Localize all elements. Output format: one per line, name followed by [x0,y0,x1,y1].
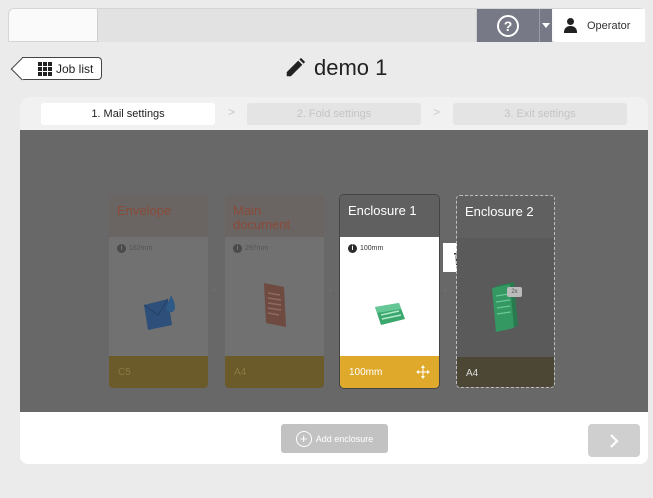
job-title: demo 1 [284,54,387,82]
add-enclosure-button[interactable]: + Add enclosure [281,424,388,453]
card-title: Enclosure 1 [340,195,439,237]
card-info: i 100mm [348,244,383,253]
card-footer: 100mm [340,356,439,388]
connector-icon: ‹ [444,285,447,295]
envelope-icon [143,295,175,330]
chevron-right-icon: > [433,105,441,119]
next-button[interactable] [588,424,640,457]
bottom-bar: + Add enclosure [20,412,648,464]
card-title: Main document [225,195,324,237]
card-info: i 162mm [117,244,152,253]
steps-bar: 1. Mail settings > 2. Fold settings > 3.… [20,97,648,130]
connector-icon: ‹ [213,285,216,295]
job-list-button[interactable]: Job list [22,57,102,80]
top-bar: ? Operator [8,8,645,42]
chevron-right-icon: > [228,105,236,119]
envelope-card[interactable]: Envelope i 162mm C5 [109,195,208,388]
status-strip [97,9,477,42]
step-fold-settings[interactable]: 2. Fold settings [247,103,421,125]
chevron-down-icon [542,23,550,28]
pencil-icon [286,57,306,77]
card-title: Enclosure 2 [457,196,554,238]
job-list-label: Job list [56,61,94,76]
user-menu[interactable]: Operator [554,9,645,42]
add-enclosure-label: Add enclosure [315,433,374,444]
enclosure-2-card[interactable]: Enclosure 2 A4 [456,195,555,388]
user-dropdown-toggle[interactable] [539,9,552,42]
card-footer: A4 [457,357,554,387]
info-icon: i [348,244,357,253]
info-icon: i [117,244,126,253]
step-mail-settings[interactable]: 1. Mail settings [41,103,215,125]
job-title-text: demo 1 [314,55,388,80]
grid-icon [38,61,52,76]
help-icon: ? [497,14,519,37]
step-exit-settings[interactable]: 3. Exit settings [453,103,627,125]
chevron-right-icon [610,433,619,448]
enclosure-icon [375,303,405,325]
info-icon: i [233,244,242,253]
plus-icon: + [295,430,312,447]
move-icon[interactable] [416,365,430,379]
main-document-card[interactable]: Main document i 297mm A4 [225,195,324,388]
card-footer: C5 [109,356,208,388]
help-button[interactable]: ? [477,9,539,42]
quantity-badge: 2x [507,287,522,297]
card-title: Envelope [109,195,208,237]
card-footer: A4 [225,356,324,388]
user-icon [564,18,577,33]
mail-composition-area: Envelope i 162mm C5 ‹ Main document i 297m… [20,130,648,412]
document-icon [264,283,286,327]
user-label: Operator [587,19,631,32]
connector-icon: ‹ [329,285,332,295]
card-info: i 297mm [233,244,268,253]
enclosure-1-card[interactable]: Enclosure 1 i 100mm 100mm [340,195,439,388]
